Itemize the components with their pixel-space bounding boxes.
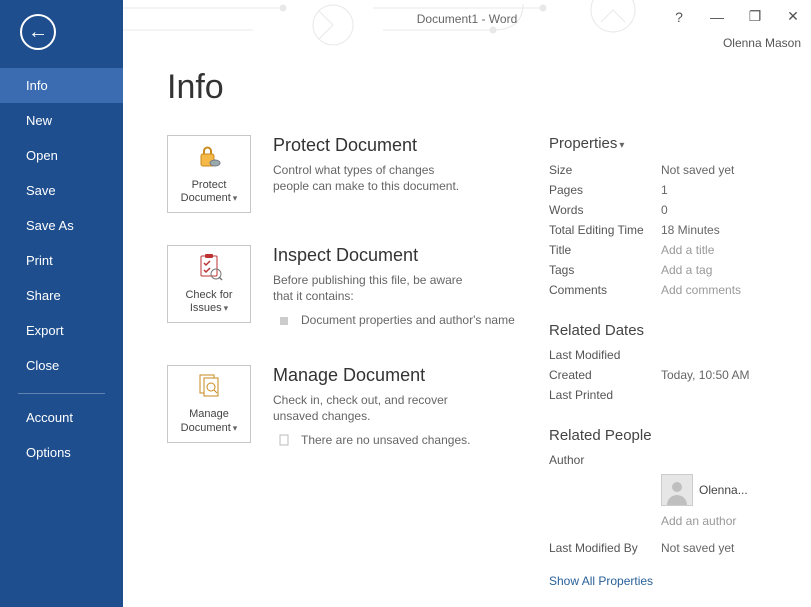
document-title: Document1 - Word	[417, 12, 517, 26]
check-for-issues-button-label: Check for Issues▾	[168, 289, 250, 315]
help-button[interactable]: ?	[667, 9, 691, 25]
inspect-item: Document properties and author's name	[273, 312, 515, 328]
manage-heading: Manage Document	[273, 365, 473, 386]
prop-tags-label: Tags	[549, 263, 661, 277]
modified-by-value: Not saved yet	[661, 541, 734, 555]
manage-desc: Check in, check out, and recover unsaved…	[273, 392, 473, 424]
protect-desc: Control what types of changes people can…	[273, 162, 473, 194]
manage-document-button[interactable]: Manage Document▾	[167, 365, 251, 443]
author-name[interactable]: Olenna...	[699, 483, 748, 497]
nav-save[interactable]: Save	[0, 173, 123, 208]
doc-bullet-icon	[279, 434, 289, 444]
checklist-icon	[195, 253, 223, 285]
nav-options[interactable]: Options	[0, 435, 123, 470]
prop-comments-value[interactable]: Add comments	[661, 283, 741, 297]
protect-block: Protect Document▾ Protect Document Contr…	[167, 135, 537, 213]
nav-account[interactable]: Account	[0, 400, 123, 435]
related-people-heading: Related People	[549, 427, 795, 444]
restore-button[interactable]: ❐	[743, 8, 767, 25]
nav-info[interactable]: Info	[0, 68, 123, 103]
nav-open[interactable]: Open	[0, 138, 123, 173]
inspect-desc: Before publishing this file, be aware th…	[273, 272, 473, 304]
date-created-label: Created	[549, 368, 661, 382]
inspect-block: Check for Issues▾ Inspect Document Befor…	[167, 245, 537, 333]
nav-new[interactable]: New	[0, 103, 123, 138]
manage-block: Manage Document▾ Manage Document Check i…	[167, 365, 537, 453]
protect-document-button[interactable]: Protect Document▾	[167, 135, 251, 213]
titlebar: Document1 - Word ? — ❐ ✕ Olenna Mason	[123, 0, 811, 50]
modified-by-label: Last Modified By	[549, 541, 661, 555]
nav-export[interactable]: Export	[0, 313, 123, 348]
account-username[interactable]: Olenna Mason	[723, 36, 801, 50]
date-printed-label: Last Printed	[549, 388, 661, 402]
prop-words-value: 0	[661, 203, 668, 217]
back-button[interactable]: ←	[20, 14, 56, 50]
check-for-issues-button[interactable]: Check for Issues▾	[167, 245, 251, 323]
related-dates-heading: Related Dates	[549, 322, 795, 339]
inspect-heading: Inspect Document	[273, 245, 515, 266]
properties-panel: Properties▾ SizeNot saved yet Pages1 Wor…	[537, 135, 795, 588]
date-modified-label: Last Modified	[549, 348, 661, 362]
author-label: Author	[549, 453, 661, 467]
add-author-link[interactable]: Add an author	[661, 514, 795, 528]
show-all-properties-link[interactable]: Show All Properties	[549, 574, 653, 588]
arrow-left-icon: ←	[28, 22, 48, 42]
square-bullet-icon	[279, 314, 289, 324]
properties-dropdown[interactable]: Properties▾	[549, 135, 795, 152]
date-created-value: Today, 10:50 AM	[661, 368, 750, 382]
protect-heading: Protect Document	[273, 135, 473, 156]
protect-document-button-label: Protect Document▾	[168, 179, 250, 205]
nav-separator	[18, 393, 105, 394]
nav-close[interactable]: Close	[0, 348, 123, 383]
prop-words-label: Words	[549, 203, 661, 217]
prop-pages-value: 1	[661, 183, 668, 197]
prop-title-value[interactable]: Add a title	[661, 243, 714, 257]
close-button[interactable]: ✕	[781, 8, 805, 25]
prop-title-label: Title	[549, 243, 661, 257]
prop-pages-label: Pages	[549, 183, 661, 197]
prop-edit-time-label: Total Editing Time	[549, 223, 661, 237]
versions-icon	[195, 372, 223, 404]
prop-tags-value[interactable]: Add a tag	[661, 263, 712, 277]
sidebar: ← Info New Open Save Save As Print Share…	[0, 0, 123, 607]
main-panel: Info Protect Document▾ Protect Docum	[123, 50, 811, 607]
prop-size-label: Size	[549, 163, 661, 177]
nav-save-as[interactable]: Save As	[0, 208, 123, 243]
nav-print[interactable]: Print	[0, 243, 123, 278]
prop-comments-label: Comments	[549, 283, 661, 297]
main-left-column: Protect Document▾ Protect Document Contr…	[167, 135, 537, 588]
lock-icon	[195, 143, 223, 175]
nav-share[interactable]: Share	[0, 278, 123, 313]
prop-size-value: Not saved yet	[661, 163, 734, 177]
avatar	[661, 474, 693, 506]
page-title: Info	[167, 68, 795, 107]
prop-edit-time-value: 18 Minutes	[661, 223, 720, 237]
manage-item: There are no unsaved changes.	[273, 432, 473, 448]
manage-document-button-label: Manage Document▾	[168, 408, 250, 434]
minimize-button[interactable]: —	[705, 9, 729, 25]
